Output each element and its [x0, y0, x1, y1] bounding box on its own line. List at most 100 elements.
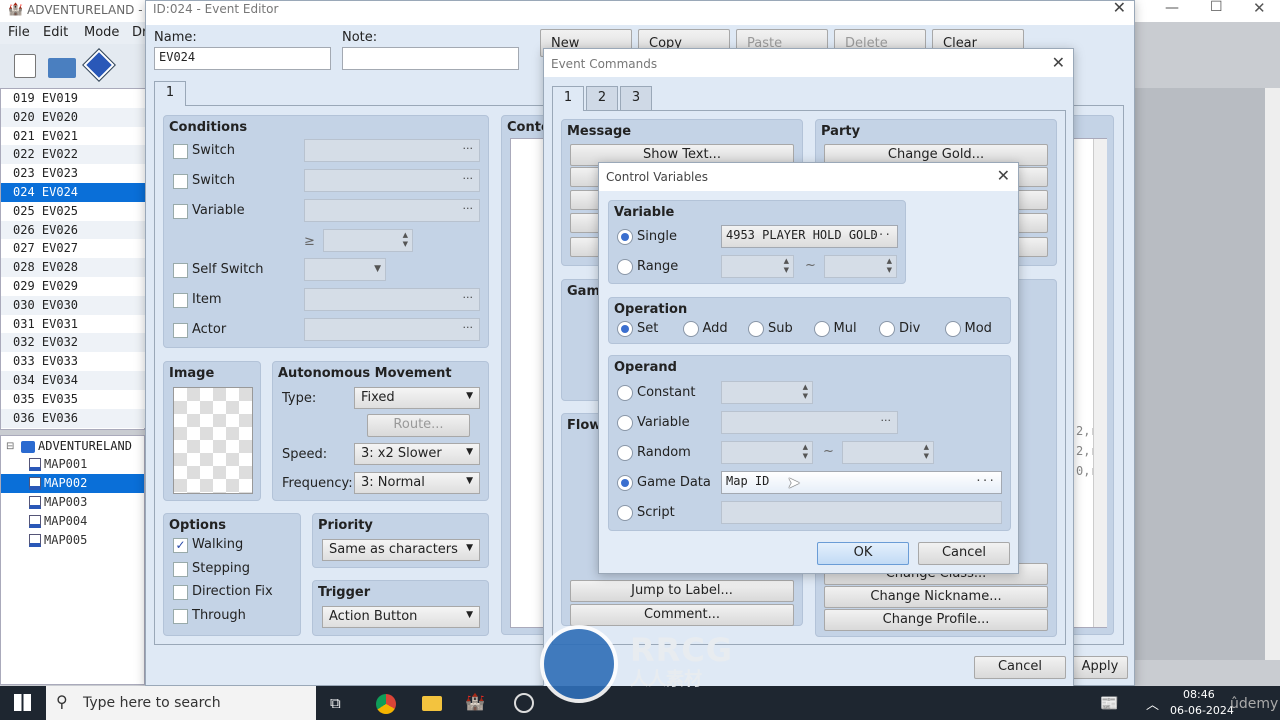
map-tree[interactable]: ⊟ ADVENTURELAND MAP001 MAP002 MAP003 MAP004…	[0, 435, 145, 685]
close-icon[interactable]: ✕	[997, 166, 1010, 185]
operand-variable-select[interactable]: ···	[721, 411, 898, 434]
operand-label[interactable]: Variable	[637, 415, 690, 430]
condition-checkbox[interactable]	[173, 144, 188, 159]
condition-checkbox[interactable]	[173, 174, 188, 189]
menu-mode[interactable]: Mode	[84, 25, 119, 40]
operation-label[interactable]: Mod	[965, 321, 992, 336]
operation-radio-sub[interactable]	[748, 321, 764, 337]
map-tree-item[interactable]: MAP002	[1, 474, 144, 493]
condition-checkbox[interactable]	[173, 263, 188, 278]
event-list-item[interactable]: 023 EV023	[1, 164, 146, 184]
event-list-item[interactable]: 036 EV036	[1, 408, 146, 428]
option-checkbox[interactable]	[173, 608, 188, 624]
close-icon[interactable]: ✕	[1113, 0, 1126, 17]
task-view-icon[interactable]: ⧉	[330, 694, 341, 712]
ok-button[interactable]: OK	[817, 542, 909, 565]
operation-label[interactable]: Div	[899, 321, 920, 336]
event-list-item[interactable]: 030 EV030	[1, 295, 146, 315]
comment-button[interactable]: Comment...	[570, 604, 794, 626]
variable-value-spinner[interactable]: ▲ ▼	[323, 229, 413, 252]
script-input[interactable]	[721, 501, 1002, 524]
event-list-item[interactable]: 031 EV031	[1, 314, 146, 334]
jump-to-label-button[interactable]: Jump to Label...	[570, 580, 794, 602]
tab-3[interactable]: 3	[620, 86, 652, 110]
news-icon[interactable]: 📰	[1100, 694, 1119, 712]
save-icon[interactable]	[82, 48, 116, 82]
operand-radio[interactable]	[617, 385, 633, 401]
operand-radio[interactable]	[617, 445, 633, 461]
event-list-item[interactable]: 021 EV021	[1, 126, 146, 146]
map-tree-root[interactable]: ADVENTURELAND	[38, 439, 132, 453]
option-checkbox[interactable]	[173, 585, 188, 600]
event-list-item[interactable]: 028 EV028	[1, 258, 146, 278]
operation-radio-set[interactable]	[617, 321, 633, 337]
event-list-item[interactable]: 025 EV025	[1, 201, 146, 221]
operand-label[interactable]: Game Data	[637, 475, 711, 490]
single-label[interactable]: Single	[637, 229, 677, 244]
operation-radio-add[interactable]	[682, 321, 699, 337]
game-data-select[interactable]: Map ID ···	[721, 471, 1002, 494]
range-label[interactable]: Range	[637, 259, 678, 274]
operand-label[interactable]: Constant	[637, 385, 695, 400]
operation-radio-mod[interactable]	[944, 321, 961, 337]
map-tree-item[interactable]: MAP004	[1, 512, 144, 531]
cancel-button[interactable]: Cancel	[918, 542, 1010, 565]
map-tree-item[interactable]: MAP001	[1, 455, 144, 474]
event-list-item[interactable]: 029 EV029	[1, 277, 146, 296]
operand-radio[interactable]	[617, 415, 633, 431]
single-variable-select[interactable]: 4953 PLAYER HOLD GOLD ···	[721, 225, 898, 248]
operation-radio-mul[interactable]	[813, 321, 830, 337]
type-select[interactable]: Fixed ▼	[354, 387, 480, 409]
constant-spinner[interactable]: ▲ ▼	[721, 381, 813, 404]
trigger-select[interactable]: Action Button ▼	[322, 606, 480, 628]
event-list-item[interactable]: 035 EV035	[1, 389, 146, 409]
collapse-icon[interactable]: ⊟	[6, 441, 14, 452]
operation-label[interactable]: Mul	[834, 321, 857, 336]
condition-checkbox[interactable]	[173, 323, 188, 338]
condition-select[interactable]: ···	[304, 199, 480, 222]
file-explorer-icon[interactable]	[422, 696, 442, 711]
apply-button[interactable]: Apply	[1072, 656, 1128, 679]
priority-select[interactable]: Same as characters ▼	[322, 539, 480, 561]
event-list-item[interactable]: 033 EV033	[1, 352, 146, 372]
obs-icon[interactable]	[514, 693, 534, 713]
event-list[interactable]: 019 EV019 020 EV020 021 EV021 022 EV022 023 …	[0, 88, 146, 430]
operand-radio[interactable]	[617, 475, 633, 491]
operation-label[interactable]: Set	[637, 321, 658, 336]
contents-scrollbar[interactable]	[1093, 139, 1107, 627]
condition-checkbox[interactable]	[173, 293, 188, 308]
tab-page-1[interactable]: 1	[154, 81, 186, 106]
range-start-spinner[interactable]: ▲ ▼	[721, 255, 794, 278]
option-checkbox[interactable]: ✓	[173, 538, 188, 553]
name-input[interactable]: EV024	[154, 47, 331, 70]
new-project-icon[interactable]	[14, 54, 36, 78]
operand-radio[interactable]	[617, 505, 633, 521]
random-max-spinner[interactable]: ▲ ▼	[842, 441, 934, 464]
single-radio[interactable]	[617, 229, 633, 245]
event-list-item[interactable]: 032 EV032	[1, 333, 146, 353]
clock-time[interactable]: 08:46	[1183, 688, 1215, 701]
close-icon[interactable]: ✕	[1052, 53, 1065, 72]
operation-radio-div[interactable]	[879, 321, 895, 337]
change-nickname-button[interactable]: Change Nickname...	[824, 586, 1048, 608]
range-radio[interactable]	[617, 259, 633, 275]
self-switch-select[interactable]: ▼	[304, 258, 386, 281]
open-folder-icon[interactable]	[48, 58, 76, 78]
menu-edit[interactable]: Edit	[43, 25, 68, 40]
maximize-button[interactable]: ☐	[1210, 0, 1223, 15]
event-list-item[interactable]: 024 EV024	[1, 183, 146, 202]
operand-label[interactable]: Random	[637, 445, 691, 460]
operand-label[interactable]: Script	[637, 505, 675, 520]
event-list-item[interactable]: 034 EV034	[1, 371, 146, 390]
event-list-item[interactable]: 026 EV026	[1, 220, 146, 240]
event-list-item[interactable]: 027 EV027	[1, 239, 146, 259]
minimize-button[interactable]: —	[1165, 0, 1179, 16]
random-min-spinner[interactable]: ▲ ▼	[721, 441, 813, 464]
speed-select[interactable]: 3: x2 Slower ▼	[354, 443, 480, 465]
tab-2[interactable]: 2	[586, 86, 618, 110]
close-button[interactable]: ✕	[1253, 0, 1266, 17]
chrome-icon[interactable]	[376, 694, 396, 714]
event-list-item[interactable]: 020 EV020	[1, 107, 146, 127]
rpgmaker-icon[interactable]: 🏰	[465, 692, 485, 711]
operation-label[interactable]: Sub	[768, 321, 793, 336]
